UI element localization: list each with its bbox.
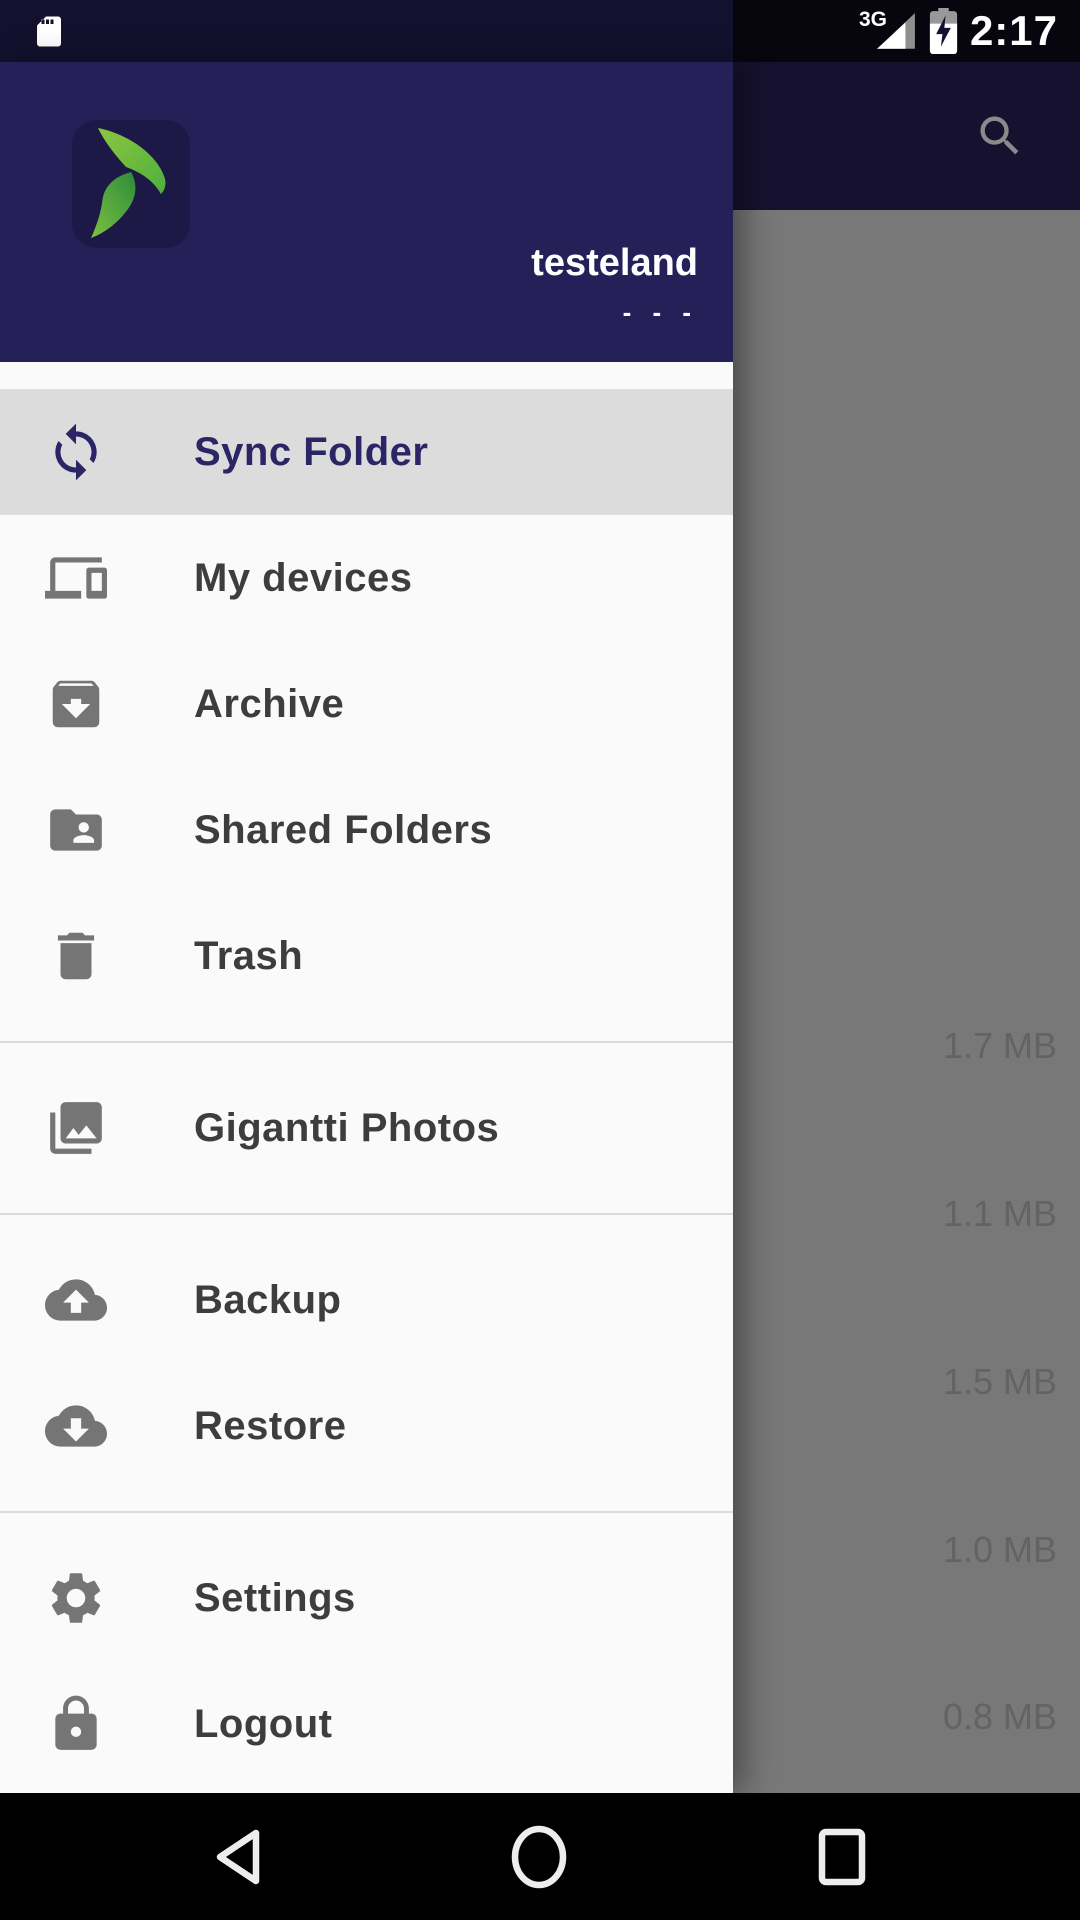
drawer-item-label: Shared Folders [194,808,492,853]
drawer-item-label: Backup [194,1278,342,1323]
drawer-item-restore[interactable]: Restore [0,1363,733,1489]
file-size: 0.8 MB [943,1693,1057,1741]
gear-icon [44,1566,108,1630]
sd-card-icon [31,10,67,53]
file-size: 1.5 MB [943,1358,1057,1406]
drawer-item-label: Archive [194,682,344,727]
status-bar: 3G 2:17 [0,0,1080,62]
file-size: 1.0 MB [943,1526,1057,1574]
home-icon [510,1825,568,1889]
drawer-header: testeland - - - [0,62,733,362]
trash-icon [44,924,108,988]
home-button[interactable] [469,1793,609,1920]
nav-drawer: testeland - - - Sync Folder My devices A… [0,62,733,1793]
android-screen: 1.7 MB 1.1 MB 1.5 MB 1.0 MB 0.8 MB 0.9 M… [0,0,1080,1920]
battery-charging-icon [929,8,958,54]
account-subtitle: - - - [623,297,698,328]
drawer-item-label: Trash [194,934,303,979]
signal-strength-icon: 3G [859,9,917,53]
drawer-item-trash[interactable]: Trash [0,893,733,1019]
lock-icon [44,1692,108,1756]
account-username: testeland [531,242,698,285]
drawer-divider [0,1191,733,1237]
drawer-item-shared-folders[interactable]: Shared Folders [0,767,733,893]
drawer-item-label: Settings [194,1576,356,1621]
drawer-item-gigantti-photos[interactable]: Gigantti Photos [0,1065,733,1191]
drawer-item-backup[interactable]: Backup [0,1237,733,1363]
drawer-item-logout[interactable]: Logout [0,1661,733,1787]
photo-library-icon [44,1096,108,1160]
system-nav-bar [0,1793,1080,1920]
file-size: 1.7 MB [943,1022,1057,1070]
drawer-item-label: Logout [194,1702,333,1747]
back-icon [212,1828,264,1886]
drawer-item-label: My devices [194,556,412,601]
cloud-download-icon [44,1394,108,1458]
clock: 2:17 [970,7,1058,55]
file-size: 1.1 MB [943,1190,1057,1238]
drawer-item-sync-folder[interactable]: Sync Folder [0,389,733,515]
drawer-item-archive[interactable]: Archive [0,641,733,767]
app-logo [72,120,190,248]
search-button[interactable] [963,99,1037,173]
drawer-item-settings[interactable]: Settings [0,1535,733,1661]
recents-button[interactable] [772,1793,912,1920]
drawer-item-my-devices[interactable]: My devices [0,515,733,641]
recents-icon [816,1828,868,1886]
drawer-item-label: Gigantti Photos [194,1106,499,1151]
drawer-divider [0,1019,733,1065]
archive-icon [44,672,108,736]
sync-icon [44,420,108,484]
devices-icon [44,546,108,610]
search-icon [974,110,1026,162]
back-button[interactable] [168,1793,308,1920]
drawer-item-label: Restore [194,1404,346,1449]
folder-shared-icon [44,798,108,862]
drawer-item-label: Sync Folder [194,430,428,475]
drawer-divider [0,1489,733,1535]
cloud-upload-icon [44,1268,108,1332]
